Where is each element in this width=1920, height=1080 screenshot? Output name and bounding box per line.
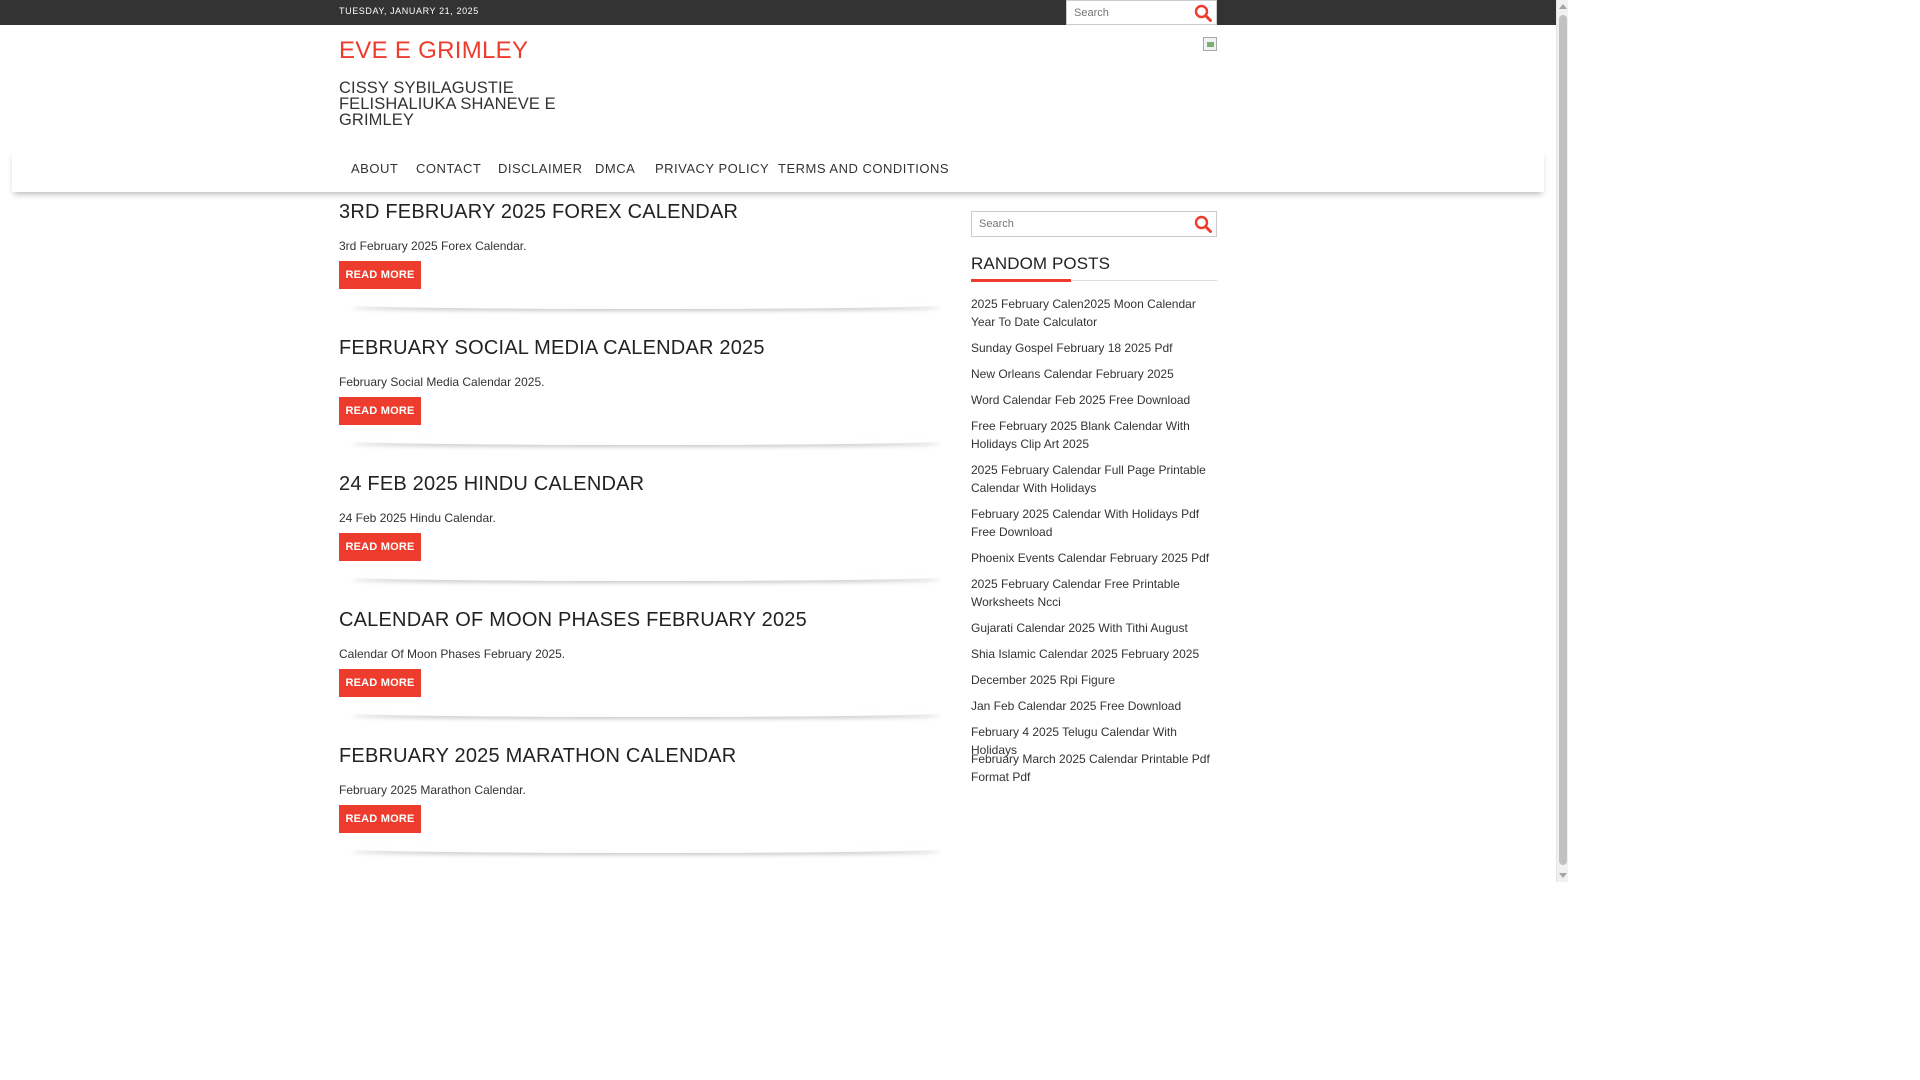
post-divider — [351, 709, 941, 721]
post-title[interactable]: FEBRUARY 2025 MARATHON CALENDAR — [339, 745, 945, 768]
random-post-link[interactable]: 2025 February Calendar Full Page Printab… — [971, 461, 1217, 497]
post-item: FEBRUARY 2025 MARATHON CALENDAR February… — [339, 745, 945, 833]
post-divider — [351, 437, 941, 449]
nav-item-disclaimer[interactable]: DISCLAIMER — [498, 161, 582, 176]
random-posts-list: Sunday Gospel February 18 2025 Pdf — [971, 339, 1217, 357]
post-title[interactable]: 24 FEB 2025 HINDU CALENDAR — [339, 473, 945, 496]
random-posts-list: December 2025 Rpi Figure — [971, 671, 1217, 689]
site-description: CISSY SYBILAGUSTIE FELISHALIUKA SHANEVE … — [339, 79, 556, 129]
random-posts-list: Shia Islamic Calendar 2025 February 2025 — [971, 645, 1217, 663]
post-excerpt: 3rd February 2025 Forex Calendar. — [339, 239, 527, 253]
random-posts-list: Gujarati Calendar 2025 With Tithi August — [971, 619, 1217, 637]
read-more-button[interactable]: READ MORE — [339, 533, 421, 561]
post-divider — [351, 845, 941, 857]
random-post-link[interactable]: Shia Islamic Calendar 2025 February 2025 — [971, 645, 1217, 663]
post-title[interactable]: FEBRUARY SOCIAL MEDIA CALENDAR 2025 — [339, 337, 945, 360]
widget-title-random-posts: RANDOM POSTS — [971, 254, 1111, 273]
random-post-link[interactable]: 2025 February Calen2025 Moon Calendar Ye… — [971, 295, 1217, 331]
current-date: TUESDAY, JANUARY 21, 2025 — [339, 6, 479, 16]
scrollbar-thumb[interactable] — [1559, 15, 1567, 865]
random-post-link[interactable]: Free February 2025 Blank Calendar With H… — [971, 417, 1217, 453]
random-posts-list: New Orleans Calendar February 2025 — [971, 365, 1217, 383]
post-item: FEBRUARY SOCIAL MEDIA CALENDAR 2025 Febr… — [339, 337, 945, 425]
search-icon — [1194, 4, 1212, 22]
sidebar-search-button[interactable] — [1192, 213, 1214, 235]
random-posts-list: Free February 2025 Blank Calendar With H… — [971, 417, 1217, 453]
post-divider — [351, 301, 941, 313]
sidebar-search-input[interactable] — [972, 212, 1187, 236]
post-excerpt: February 2025 Marathon Calendar. — [339, 783, 526, 797]
nav-item-dmca[interactable]: DMCA — [595, 161, 635, 176]
random-post-link[interactable]: 2025 February Calendar Free Printable Wo… — [971, 575, 1217, 611]
post-item: 24 FEB 2025 HINDU CALENDAR 24 Feb 2025 H… — [339, 473, 945, 561]
random-post-link[interactable]: New Orleans Calendar February 2025 — [971, 365, 1217, 383]
post-item: CALENDAR OF MOON PHASES FEBRUARY 2025 Ca… — [339, 609, 945, 697]
top-bar: TUESDAY, JANUARY 21, 2025 — [0, 0, 1556, 25]
random-post-link[interactable]: Gujarati Calendar 2025 With Tithi August — [971, 619, 1217, 637]
scroll-down-arrow-icon[interactable] — [1559, 873, 1567, 878]
random-posts-list: 2025 February Calendar Free Printable Wo… — [971, 575, 1217, 611]
main-navigation: ABOUT CONTACT DISCLAIMER DMCA PRIVACY PO… — [12, 150, 1544, 192]
top-search-form — [1066, 0, 1217, 25]
post-excerpt: February Social Media Calendar 2025. — [339, 375, 545, 389]
random-posts-list: Jan Feb Calendar 2025 Free Download — [971, 697, 1217, 715]
post-title[interactable]: CALENDAR OF MOON PHASES FEBRUARY 2025 — [339, 609, 945, 632]
random-posts-list: February 2025 Calendar With Holidays Pdf… — [971, 505, 1217, 541]
site-title[interactable]: EVE E GRIMLEY — [339, 37, 528, 65]
nav-item-privacy-policy[interactable]: PRIVACY POLICY — [655, 161, 769, 176]
random-post-link[interactable]: Word Calendar Feb 2025 Free Download — [971, 391, 1217, 409]
post-title[interactable]: 3RD FEBRUARY 2025 FOREX CALENDAR — [339, 201, 945, 224]
random-posts-list: Phoenix Events Calendar February 2025 Pd… — [971, 549, 1217, 567]
nav-item-contact[interactable]: CONTACT — [416, 161, 481, 176]
scroll-up-arrow-icon[interactable] — [1559, 4, 1567, 9]
post-excerpt: 24 Feb 2025 Hindu Calendar. — [339, 511, 496, 525]
widget-title-underline — [971, 279, 1217, 282]
random-posts-list: Word Calendar Feb 2025 Free Download — [971, 391, 1217, 409]
post-divider — [351, 573, 941, 585]
read-more-button[interactable]: READ MORE — [339, 805, 421, 833]
random-post-link[interactable]: Jan Feb Calendar 2025 Free Download — [971, 697, 1217, 715]
read-more-button[interactable]: READ MORE — [339, 261, 421, 289]
page-scrollbar[interactable] — [1556, 0, 1568, 882]
random-post-link[interactable]: February March 2025 Calendar Printable P… — [971, 750, 1217, 786]
random-posts-list: 2025 February Calen2025 Moon Calendar Ye… — [971, 295, 1217, 331]
random-posts-list: February March 2025 Calendar Printable P… — [971, 750, 1217, 786]
search-icon — [1194, 215, 1212, 233]
sidebar-search-form — [971, 211, 1217, 237]
random-post-link[interactable]: Sunday Gospel February 18 2025 Pdf — [971, 339, 1217, 357]
random-post-link[interactable]: December 2025 Rpi Figure — [971, 671, 1217, 689]
random-posts-list: 2025 February Calendar Full Page Printab… — [971, 461, 1217, 497]
random-post-link[interactable]: February 2025 Calendar With Holidays Pdf… — [971, 505, 1217, 541]
read-more-button[interactable]: READ MORE — [339, 669, 421, 697]
top-search-button[interactable] — [1192, 2, 1214, 24]
nav-item-about[interactable]: ABOUT — [351, 161, 398, 176]
post-item: 3RD FEBRUARY 2025 FOREX CALENDAR 3rd Feb… — [339, 201, 945, 289]
read-more-button[interactable]: READ MORE — [339, 397, 421, 425]
broken-image-icon — [1203, 37, 1217, 51]
post-excerpt: Calendar Of Moon Phases February 2025. — [339, 647, 566, 661]
random-post-link[interactable]: Phoenix Events Calendar February 2025 Pd… — [971, 549, 1217, 567]
nav-item-terms-and-conditions[interactable]: TERMS AND CONDITIONS — [778, 161, 949, 176]
top-search-input[interactable] — [1067, 1, 1187, 24]
